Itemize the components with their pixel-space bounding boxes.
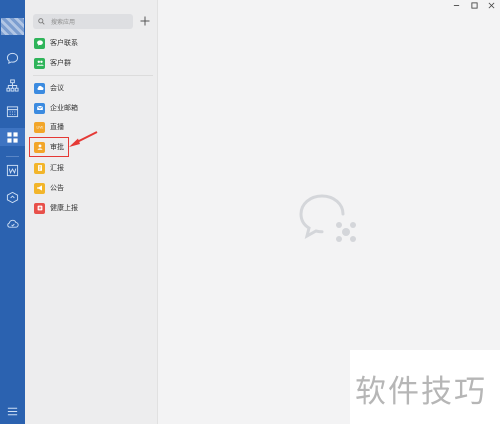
report-doc-icon — [34, 162, 45, 174]
app-item-announcement[interactable]: 公告 — [33, 180, 153, 196]
annotation-arrow-icon — [69, 131, 98, 147]
message-icon[interactable] — [6, 52, 19, 65]
svg-text:LIVE: LIVE — [36, 125, 43, 129]
rail-divider — [6, 156, 19, 157]
app-item-label: 公告 — [50, 184, 64, 192]
maximize-button[interactable] — [468, 0, 481, 11]
app-item-enterprise-mail[interactable]: 企业邮箱 — [33, 100, 153, 116]
wecom-window: 搜索应用 客户联系 客户群 会议 企业邮箱 LIVE 直播 审批 汇报 公告 健… — [0, 0, 500, 424]
chat-bubble-icon — [34, 37, 45, 49]
document-w-icon[interactable] — [6, 164, 19, 177]
app-item-label: 企业邮箱 — [50, 104, 78, 112]
app-item-label: 汇报 — [50, 164, 64, 172]
health-plus-icon — [34, 202, 45, 214]
nav-rail — [0, 0, 25, 424]
app-item-customer-group[interactable]: 客户群 — [33, 55, 153, 71]
cloud-meeting-icon — [34, 82, 45, 94]
drive-icon[interactable] — [6, 191, 19, 204]
avatar[interactable] — [1, 18, 24, 35]
app-list-panel: 搜索应用 客户联系 客户群 会议 企业邮箱 LIVE 直播 审批 汇报 公告 健… — [25, 0, 158, 424]
maximize-icon — [471, 2, 478, 9]
app-item-health-report[interactable]: 健康上报 — [33, 200, 153, 216]
group-divider — [33, 75, 153, 76]
add-button[interactable] — [138, 13, 152, 29]
group-icon — [34, 57, 45, 69]
live-icon: LIVE — [34, 121, 45, 133]
close-button[interactable] — [485, 0, 498, 11]
app-item-label: 客户群 — [50, 59, 71, 67]
cloud-icon[interactable] — [6, 217, 19, 230]
plus-icon — [140, 16, 150, 26]
org-chart-icon[interactable] — [6, 79, 19, 92]
menu-icon[interactable] — [6, 405, 19, 418]
search-icon — [38, 18, 46, 26]
search-placeholder: 搜索应用 — [51, 19, 76, 26]
calendar-icon[interactable] — [6, 105, 19, 118]
wecom-logo-icon — [299, 194, 356, 242]
mail-icon — [34, 102, 45, 114]
app-item-customer-contact[interactable]: 客户联系 — [33, 35, 153, 51]
close-icon — [488, 2, 495, 9]
watermark-text: 软件技巧 — [355, 374, 487, 410]
minimize-button[interactable] — [450, 0, 463, 11]
app-item-label: 健康上报 — [50, 204, 78, 212]
highlight-box — [29, 137, 69, 157]
minimize-icon — [453, 5, 460, 6]
search-input[interactable]: 搜索应用 — [33, 14, 133, 29]
app-item-label: 会议 — [50, 84, 64, 92]
app-item-label: 客户联系 — [50, 39, 78, 47]
app-item-label: 直播 — [50, 123, 64, 131]
app-item-report[interactable]: 汇报 — [33, 160, 153, 176]
app-item-meeting[interactable]: 会议 — [33, 80, 153, 96]
megaphone-icon — [34, 182, 45, 194]
workbench-grid-icon[interactable] — [6, 131, 19, 144]
